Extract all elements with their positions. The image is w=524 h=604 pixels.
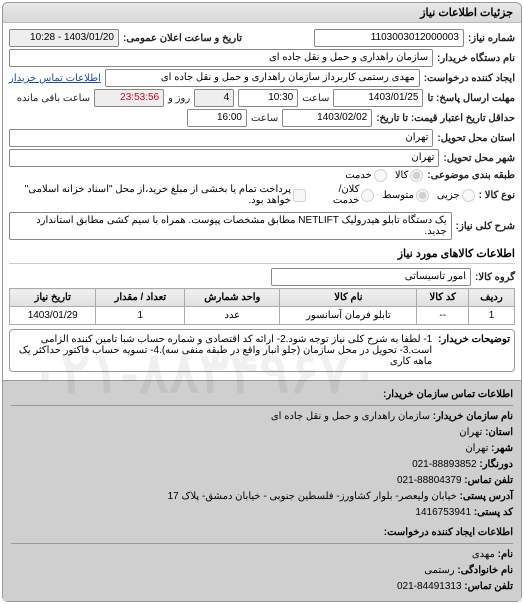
label-deadline: مهلت ارسال پاسخ: تا	[427, 93, 515, 104]
buyer-contact-link[interactable]: اطلاعات تماس خریدار	[9, 73, 101, 84]
th-unit: واحد شمارش	[185, 289, 280, 307]
items-table: ردیف کد کالا نام کالا واحد شمارش تعداد /…	[9, 288, 515, 325]
contact-prov: استان: تهران	[11, 425, 513, 441]
panel-title: جزئیات اطلاعات نیاز	[3, 3, 521, 23]
table-row: 1 -- تابلو فرمان آسانسور عدد 1 1403/01/2…	[10, 307, 515, 325]
row-group: گروه کالا: امور تاسیساتی	[9, 268, 515, 286]
contact-fam: نام خانوادگی: رستمی	[11, 563, 513, 579]
field-deadline-days: 4	[194, 89, 234, 107]
category-radios: کالا خدمت	[345, 169, 423, 182]
th-date: تاریخ نیاز	[10, 289, 96, 307]
panel-body: شماره نیاز: 1103003012000003 تاریخ و ساع…	[3, 23, 521, 380]
label-commodity: نوع کالا :	[479, 190, 515, 201]
radio-large[interactable]: کلان/خدمت	[327, 184, 375, 206]
contact-addr: آدرس پستی: خیابان ولیعصر- بلوار کشاورز- …	[11, 489, 513, 505]
label-validity: حداقل تاریخ اعتبار قیمت: تا تاریخ:	[376, 113, 515, 124]
main-panel: جزئیات اطلاعات نیاز شماره نیاز: 11030030…	[2, 2, 522, 602]
td-date: 1403/01/29	[10, 307, 96, 325]
td-qty: 1	[96, 307, 185, 325]
label-saat-1: ساعت	[302, 93, 329, 104]
contact-post: کد پستی: 1416753941	[11, 505, 513, 521]
label-general-title: شرح کلی نیاز:	[456, 221, 515, 232]
radio-service[interactable]: خدمت	[345, 169, 387, 182]
row-general-title: شرح کلی نیاز: یک دستگاه تابلو هیدرولیک N…	[9, 212, 515, 240]
contact-head: اطلاعات تماس سازمان خریدار:	[11, 387, 513, 406]
contact-city: شهر: تهران	[11, 441, 513, 457]
label-buyer-org: نام دستگاه خریدار:	[437, 53, 515, 64]
items-section-title: اطلاعات کالاهای مورد نیاز	[9, 244, 515, 264]
field-deadline-date: 1403/01/25	[333, 89, 423, 107]
buyer-desc-box: توضیحات خریدار: 1- لطفا به شرح کلی نیاز …	[9, 329, 515, 372]
radio-small[interactable]: جزیی	[437, 189, 475, 202]
commodity-radios: جزیی متوسط کلان/خدمت	[327, 184, 475, 206]
prepay-label: پرداخت تمام یا بخشی از مبلغ خرید،از محل …	[9, 184, 291, 206]
label-delivery-city: شهر محل تحویل:	[443, 153, 515, 164]
row-category: طبقه بندی موضوعی: کالا خدمت	[9, 169, 515, 182]
label-req-no: شماره نیاز:	[468, 33, 515, 44]
row-delivery-city: شهر محل تحویل: تهران	[9, 149, 515, 167]
th-code: کد کالا	[417, 289, 469, 307]
field-delivery-province: تهران	[9, 129, 433, 147]
field-validity-time: 16:00	[187, 109, 247, 127]
label-saat-2: ساعت	[251, 113, 278, 124]
label-delivery-province: استان محل تحویل:	[437, 133, 515, 144]
row-req-no: شماره نیاز: 1103003012000003 تاریخ و ساع…	[9, 29, 515, 47]
radio-med[interactable]: متوسط	[382, 189, 428, 202]
requester-head: اطلاعات ایجاد کننده درخواست:	[11, 525, 513, 544]
row-commodity: نوع کالا : جزیی متوسط کلان/خدمت پرداخت ت…	[9, 184, 515, 206]
contact-section: اطلاعات تماس سازمان خریدار: نام سازمان خ…	[3, 380, 521, 601]
table-header-row: ردیف کد کالا نام کالا واحد شمارش تعداد /…	[10, 289, 515, 307]
buyer-desc-text: 1- لطفا به شرح کلی نیاز توجه شود.2- ارائ…	[14, 334, 432, 367]
row-requester: ایجاد کننده درخواست: مهدی رستمی کاربرداز…	[9, 69, 515, 87]
row-delivery-province: استان محل تحویل: تهران	[9, 129, 515, 147]
contact-org: نام سازمان خریدار: سازمان راهداری و حمل …	[11, 409, 513, 425]
td-row: 1	[469, 307, 515, 325]
td-name: تابلو فرمان آسانسور	[280, 307, 417, 325]
label-announce-dt: تاریخ و ساعت اعلان عمومی:	[123, 33, 242, 44]
field-requester: مهدی رستمی کاربرداز سازمان راهداری و حمل…	[105, 69, 420, 87]
field-group: امور تاسیساتی	[271, 268, 471, 286]
contact-phone: تلفن تماس: 88804379-021	[11, 473, 513, 489]
contact-name: نام: مهدی	[11, 547, 513, 563]
label-remain: ساعت باقی مانده	[17, 93, 90, 104]
label-category: طبقه بندی موضوعی:	[427, 170, 515, 181]
radio-goods[interactable]: کالا	[395, 169, 424, 182]
row-buyer-org: نام دستگاه خریدار: سازمان راهداری و حمل …	[9, 49, 515, 67]
field-deadline-time: 10:30	[238, 89, 298, 107]
contact-fax: دورنگار: 88893852-021	[11, 457, 513, 473]
field-general-title: یک دستگاه تابلو هیدرولیک NETLIFT مطابق م…	[9, 212, 452, 240]
th-qty: تعداد / مقدار	[96, 289, 185, 307]
field-validity-date: 1403/02/02	[282, 109, 372, 127]
row-deadline: مهلت ارسال پاسخ: تا 1403/01/25 ساعت 10:3…	[9, 89, 515, 107]
td-unit: عدد	[185, 307, 280, 325]
field-announce-dt: 1403/01/20 - 10:28	[9, 29, 119, 47]
field-req-no: 1103003012000003	[314, 29, 464, 47]
th-name: نام کالا	[280, 289, 417, 307]
contact-tel: تلفن تماس: 84491313-021	[11, 579, 513, 595]
label-group: گروه کالا:	[475, 272, 515, 283]
row-validity: حداقل تاریخ اعتبار قیمت: تا تاریخ: 1403/…	[9, 109, 515, 127]
th-row: ردیف	[469, 289, 515, 307]
prepay-checkbox[interactable]: پرداخت تمام یا بخشی از مبلغ خرید،از محل …	[9, 184, 306, 206]
label-rooz: روز و	[168, 93, 190, 104]
field-delivery-city: تهران	[9, 149, 439, 167]
field-deadline-remain: 23:53:56	[94, 89, 164, 107]
field-buyer-org: سازمان راهداری و حمل و نقل جاده ای	[9, 49, 433, 67]
td-code: --	[417, 307, 469, 325]
label-requester: ایجاد کننده درخواست:	[424, 73, 515, 84]
label-buyer-desc: توضیحات خریدار:	[438, 334, 510, 367]
